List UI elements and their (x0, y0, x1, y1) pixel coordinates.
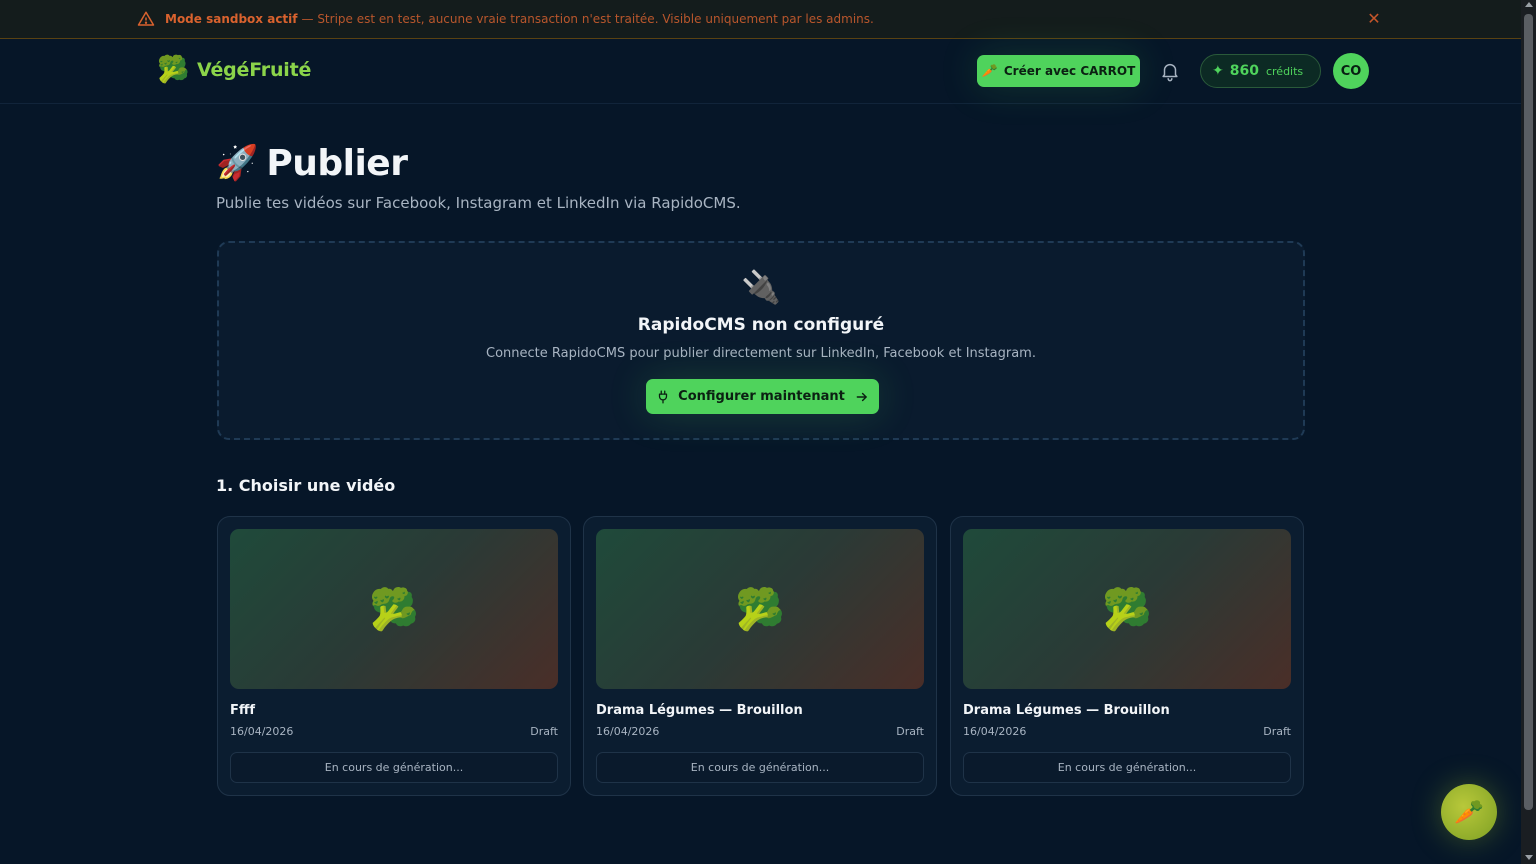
plug-outline-icon (659, 390, 668, 403)
broccoli-icon: 🥦 (1102, 586, 1152, 633)
video-status: Draft (1263, 725, 1291, 738)
sparkle-icon: ✦ (1212, 63, 1224, 79)
video-thumbnail[interactable]: 🥦 (596, 529, 924, 689)
rapidocms-empty-state: 🔌 RapidoCMS non configuré Connecte Rapid… (217, 241, 1305, 440)
page-subtitle: Publie tes vidéos sur Facebook, Instagra… (216, 194, 741, 212)
video-date: 16/04/2026 (230, 725, 294, 738)
video-status: Draft (896, 725, 924, 738)
video-status: Draft (530, 725, 558, 738)
video-title: Ffff (230, 703, 256, 718)
scroll-up-arrow-icon[interactable] (1525, 2, 1533, 7)
choose-video-heading: 1. Choisir une vidéo (216, 476, 396, 495)
generating-button[interactable]: En cours de génération... (230, 752, 558, 783)
page-title: 🚀 Publier (216, 142, 408, 184)
video-thumbnail[interactable]: 🥦 (963, 529, 1291, 689)
arrow-right-icon (856, 392, 867, 401)
broccoli-logo-icon: 🥦 (157, 55, 190, 85)
carrot-assistant-button[interactable]: 🥕 (1441, 784, 1497, 840)
video-title: Drama Légumes — Brouillon (596, 703, 803, 718)
plug-icon: 🔌 (741, 268, 781, 306)
video-date: 16/04/2026 (596, 725, 660, 738)
scroll-down-arrow-icon[interactable] (1525, 855, 1533, 860)
scrollbar-thumb[interactable] (1524, 14, 1533, 810)
video-card[interactable]: 🥦 Ffff 16/04/2026 Draft En cours de géné… (217, 516, 571, 796)
create-with-carrot-button[interactable]: 🥕 Créer avec CARROT (977, 55, 1140, 87)
rocket-icon: 🚀 (216, 143, 259, 183)
brand-name: VégéFruité (197, 59, 312, 81)
top-header: 🥦 VégéFruité 🥕 Créer avec CARROT ✦ 860 c… (0, 39, 1521, 104)
carrot-icon: 🥕 (1454, 798, 1484, 826)
video-thumbnail[interactable]: 🥦 (230, 529, 558, 689)
close-icon[interactable]: ✕ (1366, 11, 1382, 27)
video-date: 16/04/2026 (963, 725, 1027, 738)
sandbox-message: — Stripe est en test, aucune vraie trans… (301, 12, 874, 26)
create-with-carrot-label: Créer avec CARROT (1003, 64, 1136, 78)
configure-now-button[interactable]: Configurer maintenant (646, 379, 879, 414)
user-avatar[interactable]: CO (1333, 53, 1369, 89)
page-scrollbar[interactable] (1521, 0, 1536, 864)
carrot-icon: 🥕 (981, 63, 998, 79)
rapidocms-heading: RapidoCMS non configuré (637, 315, 885, 335)
warning-icon (137, 11, 155, 26)
broccoli-icon: 🥦 (369, 586, 419, 633)
generating-button[interactable]: En cours de génération... (963, 752, 1291, 783)
video-title: Drama Légumes — Brouillon (963, 703, 1170, 718)
sandbox-banner: Mode sandbox actif — Stripe est en test,… (0, 0, 1521, 39)
brand-logo[interactable]: 🥦 VégéFruité (157, 55, 311, 85)
video-card[interactable]: 🥦 Drama Légumes — Brouillon 16/04/2026 D… (583, 516, 937, 796)
configure-now-label: Configurer maintenant (678, 389, 845, 404)
page-title-text: Publier (266, 142, 408, 184)
credits-value: 860 (1229, 63, 1259, 79)
generating-button[interactable]: En cours de génération... (596, 752, 924, 783)
video-card[interactable]: 🥦 Drama Légumes — Brouillon 16/04/2026 D… (950, 516, 1304, 796)
broccoli-icon: 🥦 (735, 586, 785, 633)
credits-badge[interactable]: ✦ 860 crédits (1200, 54, 1321, 88)
credits-label: crédits (1265, 64, 1304, 78)
bell-icon[interactable] (1159, 60, 1181, 82)
rapidocms-description: Connecte RapidoCMS pour publier directem… (486, 346, 1036, 361)
sandbox-title: Mode sandbox actif (165, 12, 298, 26)
